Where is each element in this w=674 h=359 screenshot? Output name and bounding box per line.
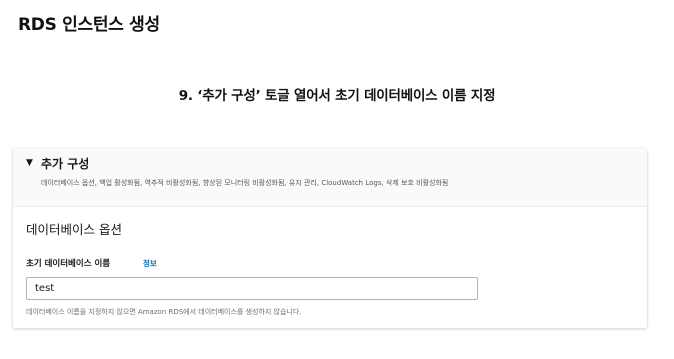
page-title: RDS 인스턴스 생성 [18,15,160,35]
additional-config-panel: ▼ 추가 구성 데이터베이스 옵션, 백업 활성화됨, 역추적 비활성화됨, 향… [13,148,647,328]
database-options-title: 데이터베이스 옵션 [26,222,122,237]
initial-db-name-label: 초기 데이터베이스 이름 [26,259,111,269]
additional-config-description: 데이터베이스 옵션, 백업 활성화됨, 역추적 비활성화됨, 향상된 모니터링 … [41,179,449,187]
additional-config-toggle[interactable]: ▼ 추가 구성 데이터베이스 옵션, 백업 활성화됨, 역추적 비활성화됨, 향… [13,148,647,207]
additional-config-title: 추가 구성 [41,157,90,171]
caret-down-icon: ▼ [26,158,33,168]
initial-db-name-input[interactable] [26,277,478,300]
info-link[interactable]: 정보 [143,258,157,269]
step-heading: 9. ‘추가 구성’ 토글 열어서 초기 데이터베이스 이름 지정 [178,88,496,104]
initial-db-name-hint: 데이터베이스 이름을 지정하지 않으면 Amazon RDS에서 데이터베이스를… [26,308,302,316]
